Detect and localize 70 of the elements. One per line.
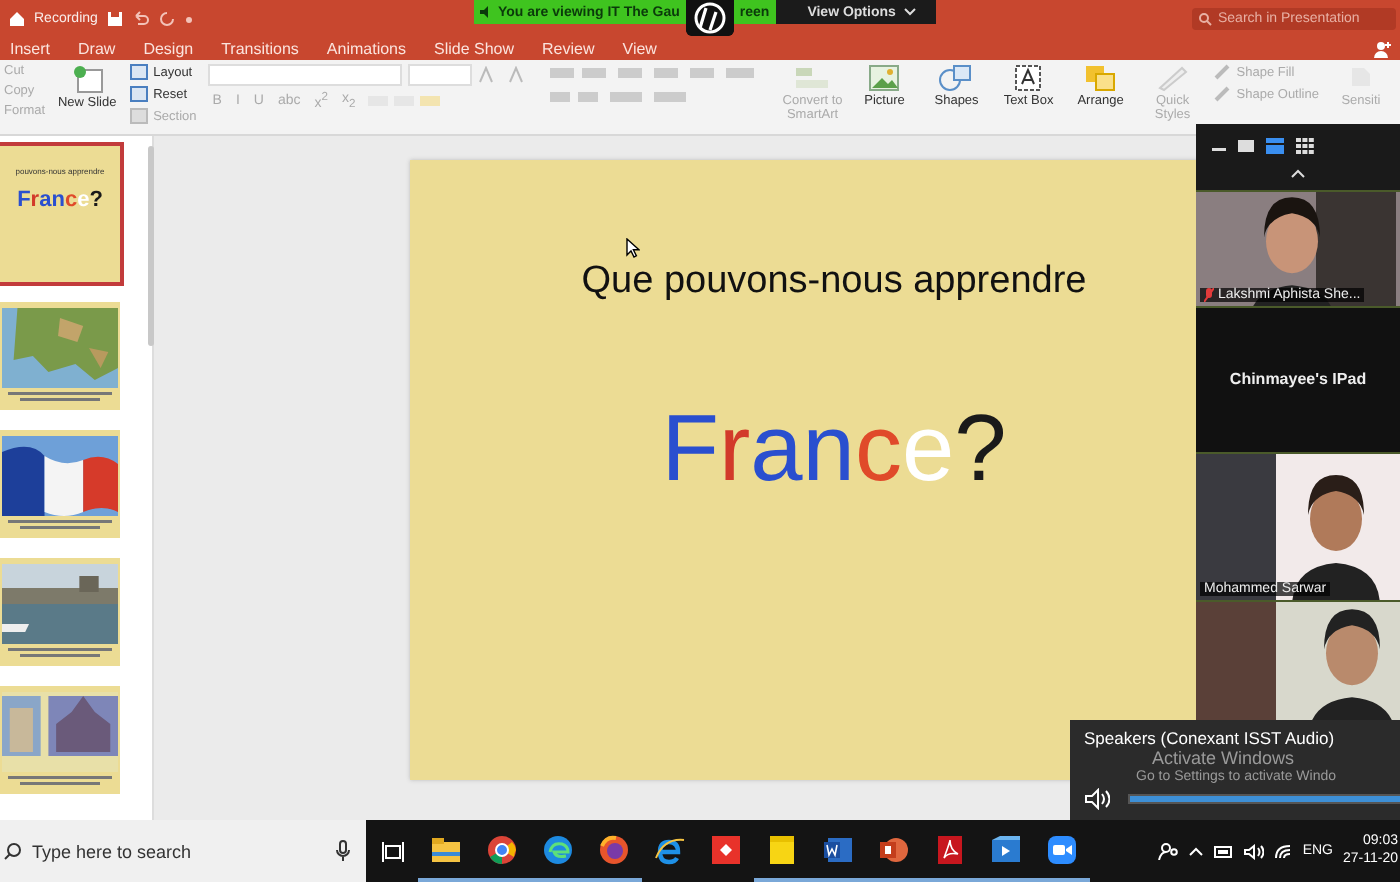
remote-app-icon <box>710 833 742 865</box>
speaker-icon <box>480 6 492 18</box>
participant-name: Chinmayee's IPad <box>1229 370 1367 389</box>
thumbnail-heading: France? <box>17 188 103 212</box>
ribbon-tab[interactable]: Slide Show <box>434 39 515 57</box>
font-size-field[interactable] <box>408 64 473 86</box>
speaker-view-icon[interactable] <box>1266 137 1284 154</box>
home-icon[interactable] <box>8 9 26 27</box>
gallery-view-icon[interactable] <box>1296 137 1314 154</box>
search-icon <box>4 842 22 860</box>
ie-app-icon <box>654 833 686 865</box>
chevron-down-icon <box>903 8 916 16</box>
ribbon-tab[interactable]: Insert <box>10 39 51 57</box>
slide-thumbnail[interactable] <box>0 302 120 410</box>
powerpoint-app-icon <box>878 833 910 865</box>
player-app-icon <box>990 833 1022 865</box>
explorer-app-icon <box>430 833 462 865</box>
slide-thumbnail[interactable] <box>0 686 120 794</box>
volume-icon[interactable] <box>1244 843 1265 859</box>
people-icon[interactable] <box>1158 842 1179 860</box>
task-view-icon[interactable] <box>381 841 403 861</box>
font-name-field[interactable] <box>208 64 403 86</box>
wifi-icon[interactable] <box>1274 843 1293 859</box>
edge-app-icon <box>542 833 574 865</box>
window-icon[interactable] <box>1238 139 1254 152</box>
speaker-icon[interactable] <box>1084 788 1110 810</box>
smartart-icon <box>794 64 831 92</box>
notes-app-icon <box>766 833 798 865</box>
ribbon-tab[interactable]: Animations <box>326 39 406 57</box>
pen-icon <box>1214 86 1231 102</box>
fill-icon <box>1214 64 1231 80</box>
ribbon-tab[interactable]: Draw <box>78 39 116 57</box>
layout-icon <box>129 64 148 80</box>
pointer-icon <box>626 238 640 258</box>
caption-lines-drawing <box>4 520 116 532</box>
microphone-icon[interactable] <box>336 840 350 862</box>
reset-icon <box>129 86 148 102</box>
shapes-icon <box>938 64 975 92</box>
slide-thumbnail[interactable] <box>0 430 120 538</box>
save-icon[interactable] <box>105 9 124 27</box>
caption-lines-drawing <box>4 392 116 404</box>
caption-lines-drawing <box>4 648 116 660</box>
device-name: Speakers (Conexant ISST Audio) <box>1084 728 1337 748</box>
muted-mic-icon <box>1204 287 1214 302</box>
ribbon-tab[interactable]: Design <box>143 39 194 57</box>
picture-icon <box>868 64 901 92</box>
ribbon-tab[interactable]: Review <box>542 39 595 57</box>
scrollbar[interactable] <box>148 146 154 346</box>
search-icon <box>1198 11 1212 25</box>
ribbon-tab[interactable]: View <box>622 39 657 57</box>
logo-icon <box>685 0 734 36</box>
search-field[interactable]: Type here to search <box>0 820 366 882</box>
activation-title: Activate Windows <box>1152 748 1297 768</box>
slide-heading: France? <box>661 392 1009 502</box>
add-person-icon[interactable] <box>1374 39 1392 57</box>
chrome-app-icon <box>486 833 518 865</box>
section-icon <box>129 108 148 124</box>
slide-title: Que pouvons-nous apprendre <box>581 260 1089 304</box>
caption-lines-drawing <box>4 776 116 788</box>
word-app-icon <box>822 833 854 865</box>
arrange-icon <box>1084 64 1117 92</box>
ribbon-tab[interactable]: Transitions <box>221 39 299 57</box>
battery-icon[interactable] <box>1214 845 1235 857</box>
zoom-app-icon <box>1046 833 1078 865</box>
acrobat-app-icon <box>934 833 966 865</box>
slide-thumbnail[interactable] <box>0 558 120 666</box>
chevron-up-icon[interactable] <box>1290 167 1306 178</box>
undo-icon[interactable] <box>131 9 150 27</box>
redo-icon[interactable] <box>157 9 176 27</box>
firefox-app-icon <box>598 833 630 865</box>
